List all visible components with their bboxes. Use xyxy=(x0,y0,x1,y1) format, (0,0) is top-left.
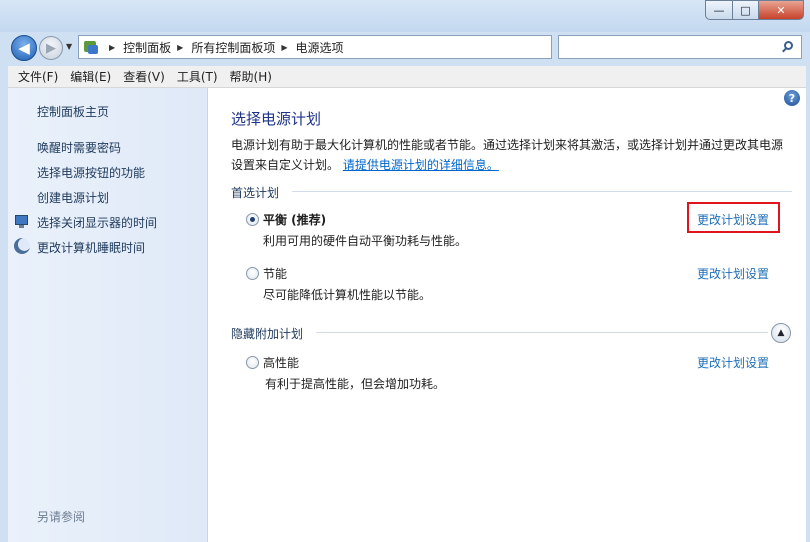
breadcrumb-power-options[interactable]: 电源选项 xyxy=(296,39,344,56)
collapse-chevron-icon[interactable]: ▲ xyxy=(771,323,791,343)
highlight-box xyxy=(687,202,780,233)
hidden-plans-heading: 隐藏附加计划 xyxy=(231,327,304,341)
radio-balanced[interactable] xyxy=(246,213,259,226)
sidebar-item-display-off[interactable]: 选择关闭显示器的时间 xyxy=(37,214,157,231)
breadcrumb-separator-icon[interactable]: ▶ xyxy=(177,43,183,52)
intro-text: 电源计划有助于最大化计算机的性能或者节能。通过选择计划来将其激活，或选择计划并通… xyxy=(231,135,791,175)
moon-icon xyxy=(14,238,30,254)
sidebar-item-create-plan[interactable]: 创建电源计划 xyxy=(37,189,109,206)
sidebar-item-sleep-time[interactable]: 更改计算机睡眠时间 xyxy=(37,239,145,256)
menu-edit[interactable]: 编辑(E) xyxy=(64,68,117,85)
group-divider xyxy=(316,332,768,333)
recent-pages-dropdown[interactable]: ▼ xyxy=(66,42,72,51)
page-title: 选择电源计划 xyxy=(231,110,322,128)
plan-name-power-saver[interactable]: 节能 xyxy=(263,265,287,282)
forward-arrow-icon: ▶ xyxy=(46,40,56,56)
title-bar: — □ ✕ xyxy=(0,0,810,32)
back-arrow-icon: ◀ xyxy=(18,39,30,57)
sidebar-item-home[interactable]: 控制面板主页 xyxy=(37,103,109,120)
breadcrumb-control-panel[interactable]: 控制面板 xyxy=(123,39,171,56)
see-also-heading: 另请参阅 xyxy=(37,510,86,524)
menu-file[interactable]: 文件(F) xyxy=(12,68,64,85)
radio-high-performance[interactable] xyxy=(246,356,259,369)
preferred-plans-heading: 首选计划 xyxy=(231,186,280,200)
control-panel-icon xyxy=(83,39,99,55)
sidebar-item-power-buttons[interactable]: 选择电源按钮的功能 xyxy=(37,164,145,181)
radio-power-saver[interactable] xyxy=(246,267,259,280)
intro-body: 电源计划有助于最大化计算机的性能或者节能。通过选择计划来将其激活，或选择计划并通… xyxy=(231,138,784,172)
change-settings-link-power-saver[interactable]: 更改计划设置 xyxy=(697,265,769,282)
close-button[interactable]: ✕ xyxy=(758,0,804,20)
breadcrumb-all-items[interactable]: 所有控制面板项 xyxy=(191,39,275,56)
menu-tools[interactable]: 工具(T) xyxy=(171,68,224,85)
breadcrumb-separator-icon[interactable]: ▶ xyxy=(281,43,287,52)
maximize-button[interactable]: □ xyxy=(732,0,758,20)
menu-help[interactable]: 帮助(H) xyxy=(224,68,278,85)
minimize-button[interactable]: — xyxy=(705,0,732,20)
change-settings-link-high-performance[interactable]: 更改计划设置 xyxy=(697,354,769,371)
search-input[interactable] xyxy=(558,35,802,59)
group-divider xyxy=(292,191,792,192)
plan-details-link[interactable]: 请提供电源计划的详细信息。 xyxy=(343,158,499,172)
plan-desc-power-saver: 尽可能降低计算机性能以节能。 xyxy=(263,288,432,302)
content-area: 控制面板主页 唤醒时需要密码 选择电源按钮的功能 创建电源计划 选择关闭显示器的… xyxy=(8,88,806,542)
sidebar-item-wake-password[interactable]: 唤醒时需要密码 xyxy=(37,139,121,156)
plan-name-high-performance[interactable]: 高性能 xyxy=(263,354,299,371)
sidebar: 控制面板主页 唤醒时需要密码 选择电源按钮的功能 创建电源计划 选择关闭显示器的… xyxy=(8,88,208,542)
forward-button[interactable]: ▶ xyxy=(39,36,63,60)
menu-bar: 文件(F) 编辑(E) 查看(V) 工具(T) 帮助(H) xyxy=(8,66,806,88)
plan-name-balanced[interactable]: 平衡 (推荐) xyxy=(263,211,326,228)
back-button[interactable]: ◀ xyxy=(11,35,37,61)
plan-desc-balanced: 利用可用的硬件自动平衡功耗与性能。 xyxy=(263,234,468,248)
breadcrumb-separator-icon[interactable]: ▶ xyxy=(109,43,115,52)
help-icon[interactable]: ? xyxy=(784,90,800,106)
plan-desc-high-performance: 有利于提高性能，但会增加功耗。 xyxy=(265,377,446,391)
window-controls: — □ ✕ xyxy=(705,0,804,20)
navigation-bar: ◀ ▶ ▼ ▶ 控制面板 ▶ 所有控制面板项 ▶ 电源选项 xyxy=(0,32,810,64)
search-icon[interactable] xyxy=(781,40,795,54)
menu-view[interactable]: 查看(V) xyxy=(117,68,171,85)
address-bar[interactable]: ▶ 控制面板 ▶ 所有控制面板项 ▶ 电源选项 xyxy=(78,35,552,59)
monitor-icon xyxy=(14,213,30,229)
